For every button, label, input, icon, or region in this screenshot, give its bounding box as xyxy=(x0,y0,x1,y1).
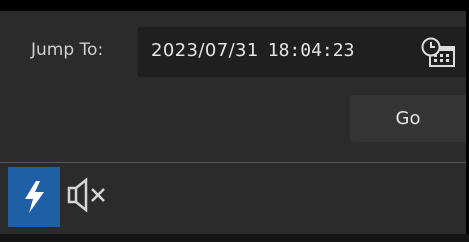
datetime-value[interactable]: 2023/07/31 18:04:23 xyxy=(151,40,354,61)
lightning-icon xyxy=(25,181,44,213)
time-value[interactable]: 18:04:23 xyxy=(268,40,355,61)
go-button[interactable]: Go xyxy=(350,95,466,142)
calendar-clock-icon[interactable] xyxy=(421,37,457,69)
bottom-edge xyxy=(0,234,469,242)
jump-to-datetime-field[interactable]: 2023/07/31 18:04:23 xyxy=(138,27,466,77)
top-border xyxy=(0,0,469,11)
lightning-toggle-button[interactable] xyxy=(8,167,60,227)
mute-toggle-button[interactable] xyxy=(62,172,114,218)
date-value[interactable]: 2023/07/31 xyxy=(151,40,259,61)
speaker-muted-icon xyxy=(67,177,105,213)
jump-to-label: Jump To: xyxy=(31,40,104,60)
divider xyxy=(0,162,466,163)
